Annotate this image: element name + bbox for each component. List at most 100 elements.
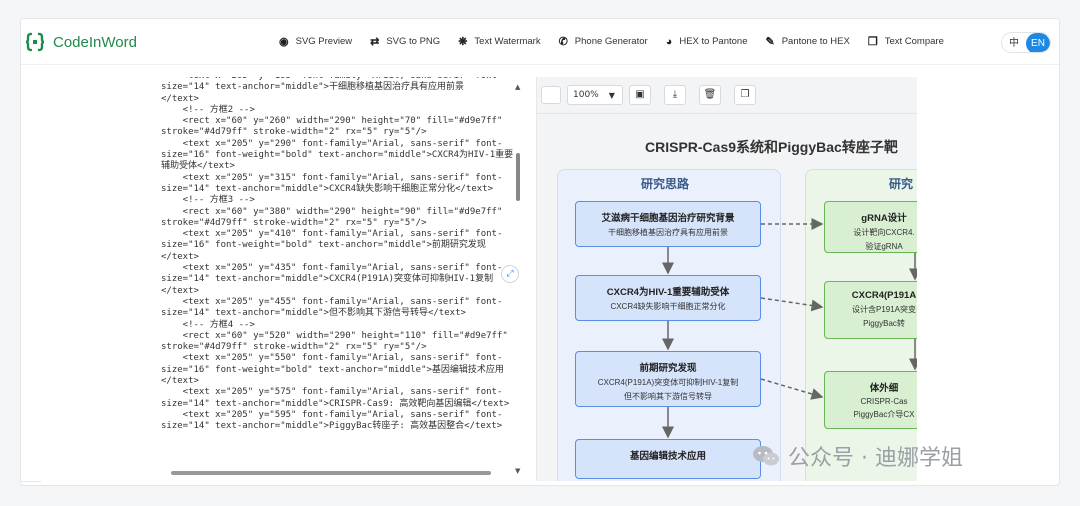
brackets-logo-icon [25,32,45,52]
code-line: <text x="205" y="410" font-family="Arial… [161,229,503,240]
code-line: <rect x="60" y="520" width="290" height=… [161,330,508,341]
left-box-3: 前期研究发现 CXCR4(P191A)突变体可抑制HIV-1复制 但不影响其下游信号… [575,351,761,407]
download-icon[interactable]: ⤓ [664,85,686,105]
watermark-text: 公众号 · 迪娜学姐 [788,446,963,471]
code-line: <text x="205" y="290" font-family="Arial… [161,138,503,149]
lang-en-button[interactable]: EN [1026,33,1050,52]
nav-link-hex-to-pantone[interactable]: ◕ HEX to Pantone [666,36,748,48]
nav-link-text-compare[interactable]: ❐ Text Compare [868,35,944,48]
code-line: <!-- 方框2 --> [161,104,255,115]
code-line: size="14" text-anchor="middle">CRISPR-Ca… [161,398,510,409]
nav-link-text-watermark[interactable]: ❋ Text Watermark [458,35,540,48]
nav-link-label: SVG Preview [295,36,353,47]
phone-icon: ✆ [558,36,568,48]
wechat-icon [753,446,779,466]
code-line: <text x="205" y="315" font-family="Arial… [161,172,503,183]
nav-link-label: Text Watermark [474,36,541,47]
toolbar-buttons: ▣ ⤓ 🗑 ❐ [629,85,769,105]
language-switch[interactable]: 中 EN [1001,32,1051,53]
svg-code-editor[interactable]: <text x="205" y="195" font-family="Arial… [153,77,535,481]
link-arrow [760,297,824,312]
trash-icon[interactable]: 🗑 [699,85,721,105]
code-line: </text> [161,93,199,104]
editor-horizontal-scrollbar[interactable] [171,470,523,476]
nav-links: ◉ SVG Preview ⇄ SVG to PNG ❋ Text Watermark ✆ P… [279,35,962,49]
right-box-2: CXCR4(P191A 设计含P191A突变 PiggyBac转 [824,281,917,339]
code-line: size="14" text-anchor="middle">CXCR4(P19… [161,274,494,285]
watermark: 公众号 · 迪娜学姐 [752,440,963,472]
copy-icon[interactable]: ❐ [734,85,756,105]
box-subtitle: CRISPR-Cas [860,397,908,406]
lang-zh-button[interactable]: 中 [1002,33,1026,52]
code-line: stroke="#4d79ff" stroke-width="2" rx="5"… [161,217,427,228]
top-navbar: CodeInWord ◉ SVG Preview ⇄ SVG to PNG ❋ Text … [21,19,1059,65]
image-icon[interactable]: ▣ [629,85,651,105]
nav-link-svg-preview[interactable]: ◉ SVG Preview [279,35,352,48]
box-title: gRNA设计 [861,213,907,224]
scroll-thumb[interactable] [516,153,520,201]
box-subtitle: PiggyBac转 [863,319,905,328]
nav-link-svg-to-png[interactable]: ⇄ SVG to PNG [370,35,440,48]
box-subtitle: 验证gRNA [865,242,903,251]
code-line: <text x="205" y="455" font-family="Arial… [161,296,503,307]
eye-icon: ◉ [279,36,289,48]
background-color-picker[interactable] [541,86,561,104]
frame-corner [21,481,41,485]
chevron-down-icon: ▼ [608,90,615,100]
code-line: <!-- 方框4 --> [161,319,255,330]
code-line: size="16" font-weight="bold" text-anchor… [161,364,504,375]
box-title: CXCR4(P191A [851,290,917,301]
code-line: <text x="205" y="435" font-family="Arial… [161,263,503,274]
box-title: 体外细 [869,383,899,394]
box-title: 基因编辑技术应用 [629,451,706,462]
box-subtitle: 设计含P191A突变 [851,305,917,314]
box-title: 前期研究发现 [639,363,697,374]
box-title: CXCR4为HIV-1重要辅助受体 [606,287,730,298]
box-title: 艾滋病干细胞基因治疗研究背景 [601,213,735,224]
code-line: <rect x="60" y="260" width="290" height=… [161,116,503,127]
scroll-up-icon[interactable]: ▲ [515,83,520,91]
format-wand-icon[interactable]: ⤢ [501,265,519,283]
left-box-1: 艾滋病干细胞基因治疗研究背景 干细胞移植基因治疗具有应用前景 [575,201,761,247]
box-subtitle: CXCR4缺失影响干细胞正常分化 [610,302,726,311]
box-subtitle: 干细胞移植基因治疗具有应用前景 [608,228,728,237]
box-subtitle: CXCR4(P191A)突变体可抑制HIV-1复制 [597,378,739,387]
brand-logo[interactable]: CodeInWord [25,32,137,52]
hscroll-thumb[interactable] [171,471,491,475]
nav-link-label: Text Compare [884,36,944,47]
swap-icon: ⇄ [370,36,380,48]
code-line: </text> [161,285,199,296]
code-line: size="16" font-weight="bold" text-anchor… [161,240,486,251]
pen-icon: ✎ [765,36,775,48]
svg-preview-pane: 100% ▼ ▣ ⤓ 🗑 ❐ CRISPR-Cas9系统和PiggyBac转座子靶 研… [537,77,917,481]
code-line: </text> [161,376,199,387]
nav-link-phone-generator[interactable]: ✆ Phone Generator [559,35,648,48]
code-line: <text x="205" y="595" font-family="Arial… [161,409,503,420]
box-subtitle: 设计靶向CXCR4. [853,228,915,237]
zoom-value: 100% [573,90,599,100]
svg-diagram: CRISPR-Cas9系统和PiggyBac转座子靶 研究思路 研究 艾滋病干细… [537,117,917,481]
box-subtitle: 但不影响其下游信号转导 [624,392,712,401]
code-line: <rect x="60" y="380" width="290" height=… [161,206,503,217]
code-line: <text x="205" y="575" font-family="Arial… [161,387,503,398]
left-box-2: CXCR4为HIV-1重要辅助受体 CXCR4缺失影响干细胞正常分化 [575,275,761,321]
preview-toolbar: 100% ▼ ▣ ⤓ 🗑 ❐ [541,85,769,105]
nav-link-label: Phone Generator [574,36,648,47]
left-box-4: 基因编辑技术应用 [575,439,761,479]
code-line: size="14" text-anchor="middle">干细胞移植基因治疗… [161,82,464,93]
code-line: size="14" text-anchor="middle">但不影响其下游信号… [161,308,466,319]
palette-icon: ◕ [665,35,673,48]
zoom-select[interactable]: 100% ▼ [567,85,623,105]
nav-link-label: HEX to Pantone [679,36,748,47]
code-line: size="14" text-anchor="middle">CXCR4缺失影响… [161,183,493,194]
code-line: stroke="#4d79ff" stroke-width="2" rx="5"… [161,342,427,353]
code-line: 辅助受体</text> [161,161,235,172]
code-content: <text x="205" y="195" font-family="Arial… [161,77,517,433]
toolbar-separator [537,113,917,114]
right-box-3: 体外细 CRISPR-Cas PiggyBac介导CX [824,371,917,429]
brand-name: CodeInWord [53,33,137,51]
nav-link-pantone-to-hex[interactable]: ✎ Pantone to HEX [765,35,849,48]
code-line: </text> [161,251,199,262]
code-line: size="16" font-weight="bold" text-anchor… [161,150,514,161]
code-line: stroke="#4d79ff" stroke-width="2" rx="5"… [161,127,427,138]
